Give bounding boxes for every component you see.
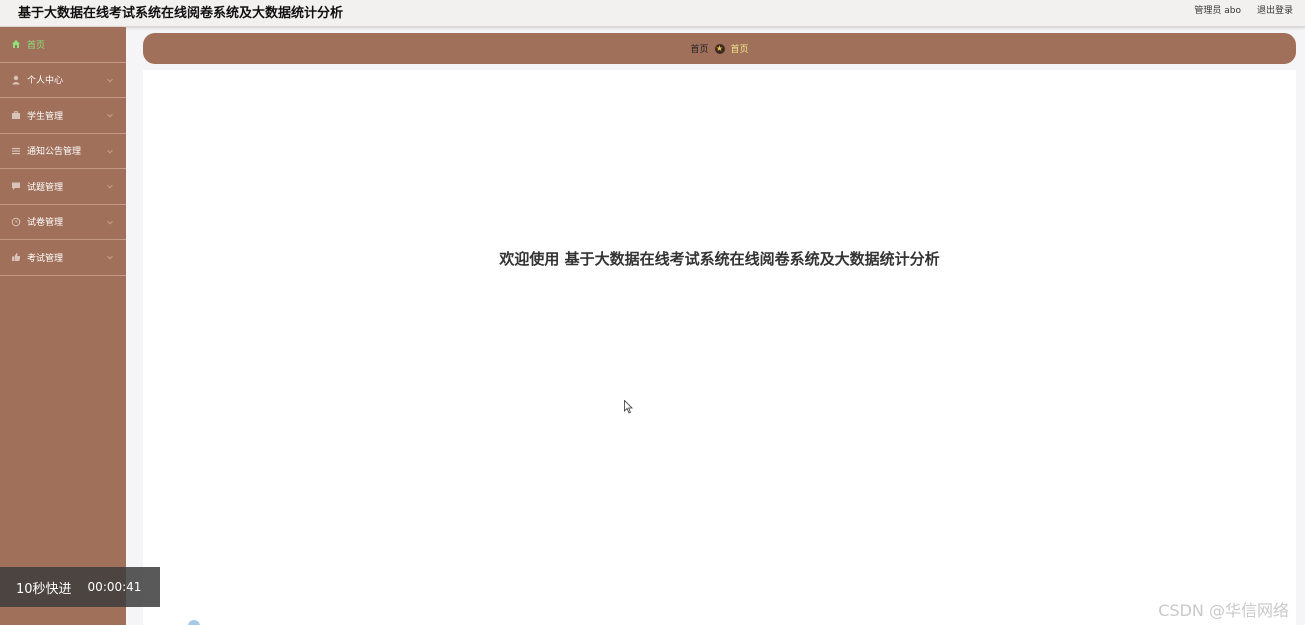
logout-button[interactable]: 退出登录 (1257, 3, 1293, 16)
sidebar-item-question-management[interactable]: 试题管理 (0, 169, 126, 205)
sidebar-item-label: 试卷管理 (27, 218, 64, 229)
sidebar-item-label: 个人中心 (27, 76, 64, 87)
sidebar-item-label: 考试管理 (27, 253, 64, 264)
clock-icon (11, 217, 21, 227)
thumbs-up-icon (11, 252, 21, 262)
mouse-cursor-icon (624, 399, 634, 418)
chevron-down-icon (107, 218, 113, 225)
app-title: 基于大数据在线考试系统在线阅卷系统及大数据统计分析 (18, 6, 344, 21)
user-label[interactable]: 管理员 abo (1194, 3, 1241, 16)
watermark: CSDN @华信网络 (1158, 601, 1289, 620)
chevron-down-icon (107, 254, 113, 260)
video-playback-overlay[interactable]: 10秒快进 00:00:41 (0, 567, 160, 607)
sidebar-item-student-management[interactable]: 学生管理 (0, 98, 126, 134)
sidebar-item-label: 首页 (27, 40, 46, 51)
chevron-down-icon (107, 147, 113, 154)
main-content: 欢迎使用 基于大数据在线考试系统在线阅卷系统及大数据统计分析 (143, 70, 1296, 625)
sidebar-item-label: 学生管理 (27, 111, 64, 122)
sidebar-item-paper-management[interactable]: 试卷管理 (0, 205, 126, 240)
list-icon (11, 146, 21, 156)
playback-time: 00:00:41 (87, 580, 142, 594)
top-header: 基于大数据在线考试系统在线阅卷系统及大数据统计分析 管理员 abo 退出登录 (0, 0, 1305, 27)
home-icon (11, 39, 21, 49)
briefcase-icon (11, 110, 21, 120)
chevron-down-icon (107, 76, 113, 83)
chevron-down-icon (107, 183, 113, 189)
chat-icon (11, 181, 21, 191)
sidebar-item-label: 通知公告管理 (27, 147, 82, 158)
header-user-area: 管理员 abo 退出登录 (1194, 3, 1293, 16)
sidebar-item-home[interactable]: 首页 (0, 27, 126, 63)
welcome-message: 欢迎使用 基于大数据在线考试系统在线阅卷系统及大数据统计分析 (499, 250, 940, 268)
sidebar-item-exam-management[interactable]: 考试管理 (0, 240, 126, 276)
fast-forward-label[interactable]: 10秒快进 (16, 578, 72, 597)
sidebar: 首页 个人中心 学生管理 通知公告管理 试题管理 试卷管理 考试管理 (0, 27, 126, 625)
sidebar-item-personal-center[interactable]: 个人中心 (0, 63, 126, 98)
chevron-down-icon (107, 112, 113, 118)
breadcrumb-current: 首页 (730, 45, 749, 55)
breadcrumb-home[interactable]: 首页 (690, 42, 708, 55)
star-icon: ★ (714, 43, 725, 54)
sidebar-item-label: 试题管理 (27, 182, 64, 193)
indicator-dot (188, 620, 200, 625)
sidebar-item-notice-management[interactable]: 通知公告管理 (0, 134, 126, 169)
user-icon (11, 75, 21, 85)
breadcrumb: 首页 ★ 首页 (143, 33, 1296, 64)
